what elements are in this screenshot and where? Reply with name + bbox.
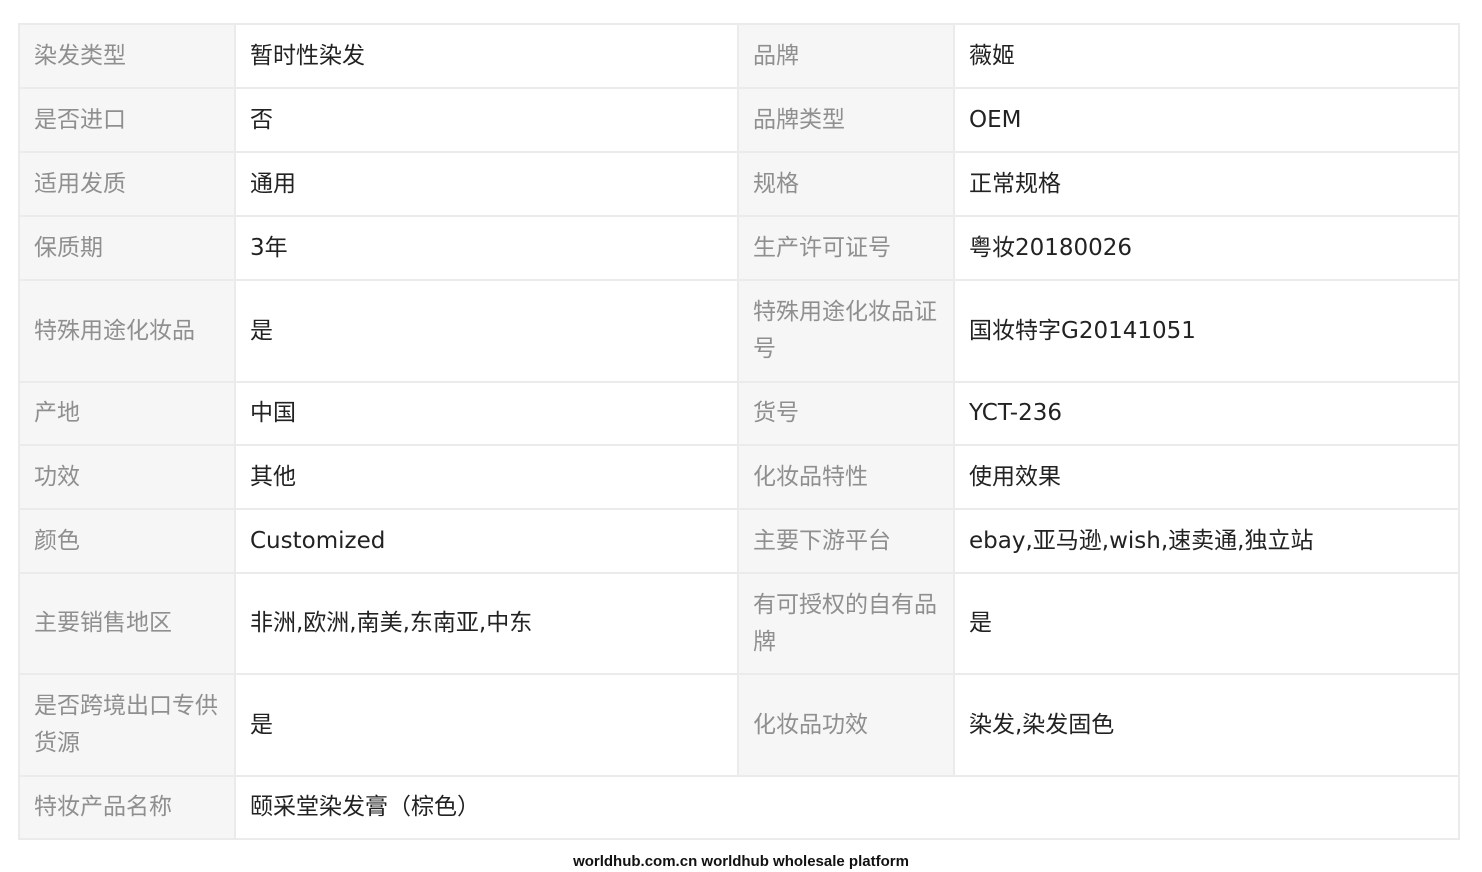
attr-label: 染发类型 [18, 23, 236, 89]
attr-value: 使用效果 [953, 444, 1460, 510]
table-row: 是否进口 否 品牌类型 OEM [18, 87, 1460, 153]
attr-label: 有可授权的自有品牌 [737, 572, 955, 675]
attr-value: 3年 [234, 215, 739, 281]
attr-value: 其他 [234, 444, 739, 510]
attr-value: 颐采堂染发膏（棕色） [234, 775, 1460, 840]
attr-label: 适用发质 [18, 151, 236, 217]
attr-value: OEM [953, 87, 1460, 153]
attr-label: 品牌类型 [737, 87, 955, 153]
attr-label: 是否跨境出口专供货源 [18, 673, 236, 777]
attr-label: 功效 [18, 444, 236, 510]
attr-value: 粤妆20180026 [953, 215, 1460, 281]
attr-value: 染发,染发固色 [953, 673, 1460, 777]
attr-label: 化妆品功效 [737, 673, 955, 777]
table-row: 染发类型 暂时性染发 品牌 薇姬 [18, 23, 1460, 89]
table-row: 颜色 Customized 主要下游平台 ebay,亚马逊,wish,速卖通,独… [18, 508, 1460, 574]
product-attributes-table: 染发类型 暂时性染发 品牌 薇姬 是否进口 否 品牌类型 OEM 适用发质 通用… [18, 23, 1460, 840]
attr-label: 主要下游平台 [737, 508, 955, 574]
attr-label: 生产许可证号 [737, 215, 955, 281]
attr-label: 是否进口 [18, 87, 236, 153]
table-row: 产地 中国 货号 YCT-236 [18, 381, 1460, 446]
attr-label: 保质期 [18, 215, 236, 281]
attr-value: 是 [953, 572, 1460, 675]
table-row: 特殊用途化妆品 是 特殊用途化妆品证号 国妆特字G20141051 [18, 279, 1460, 383]
attr-label: 货号 [737, 381, 955, 446]
attr-value: YCT-236 [953, 381, 1460, 446]
attr-label: 品牌 [737, 23, 955, 89]
attr-value: 正常规格 [953, 151, 1460, 217]
attr-value: 是 [234, 279, 739, 383]
attr-value: 暂时性染发 [234, 23, 739, 89]
attr-value: 通用 [234, 151, 739, 217]
table-row: 特妆产品名称 颐采堂染发膏（棕色） [18, 775, 1460, 840]
attr-value: 否 [234, 87, 739, 153]
attr-label: 产地 [18, 381, 236, 446]
attr-value: 国妆特字G20141051 [953, 279, 1460, 383]
attr-label: 规格 [737, 151, 955, 217]
attr-value: ebay,亚马逊,wish,速卖通,独立站 [953, 508, 1460, 574]
attr-label: 颜色 [18, 508, 236, 574]
attr-value: 中国 [234, 381, 739, 446]
attr-label: 特殊用途化妆品证号 [737, 279, 955, 383]
attr-label: 特殊用途化妆品 [18, 279, 236, 383]
attr-value: 非洲,欧洲,南美,东南亚,中东 [234, 572, 739, 675]
table-row: 主要销售地区 非洲,欧洲,南美,东南亚,中东 有可授权的自有品牌 是 [18, 572, 1460, 675]
table-row: 适用发质 通用 规格 正常规格 [18, 151, 1460, 217]
attr-label: 特妆产品名称 [18, 775, 236, 840]
attr-value: 是 [234, 673, 739, 777]
attr-label: 化妆品特性 [737, 444, 955, 510]
attr-label: 主要销售地区 [18, 572, 236, 675]
table-row: 是否跨境出口专供货源 是 化妆品功效 染发,染发固色 [18, 673, 1460, 777]
table-row: 功效 其他 化妆品特性 使用效果 [18, 444, 1460, 510]
attr-value: Customized [234, 508, 739, 574]
footer-watermark: worldhub.com.cn worldhub wholesale platf… [573, 853, 909, 870]
attr-value: 薇姬 [953, 23, 1460, 89]
table-row: 保质期 3年 生产许可证号 粤妆20180026 [18, 215, 1460, 281]
